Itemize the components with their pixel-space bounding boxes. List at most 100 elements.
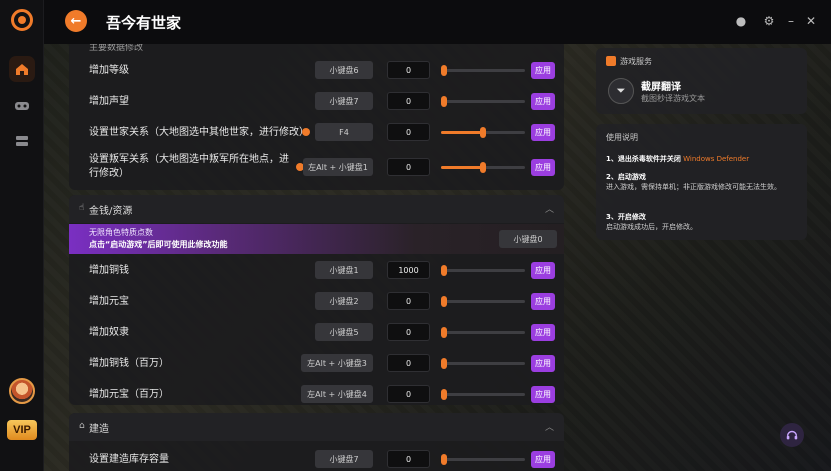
apply-button[interactable]: 应用 [531, 159, 555, 176]
slider-thumb[interactable] [441, 454, 447, 465]
value-input[interactable]: 0 [387, 354, 430, 372]
apply-button[interactable]: 应用 [531, 324, 555, 341]
apply-button[interactable]: 应用 [531, 293, 555, 310]
slider-thumb[interactable] [441, 389, 447, 400]
modifier-row: 增加元宝 小键盘2 0 应用 [69, 286, 564, 317]
vip-badge[interactable]: VIP [7, 420, 37, 440]
warning-dot-icon [302, 128, 310, 136]
building-icon: ⌂ [79, 421, 85, 431]
main-data-panel: 主要数据修改 增加等级 小键盘6 0 应用 增加声望 小键盘7 0 应用 设置世… [69, 44, 564, 190]
hotkey-badge[interactable]: 小键盘7 [315, 92, 373, 110]
slider-thumb[interactable] [441, 296, 447, 307]
user-avatar[interactable] [9, 378, 35, 404]
value-input[interactable]: 0 [387, 61, 430, 79]
service-icon [606, 56, 616, 66]
back-arrow-icon[interactable]: ← [65, 10, 87, 32]
tool-description: 截图秒译游戏文本 [641, 94, 705, 103]
slider-thumb[interactable] [441, 96, 447, 107]
tool-name[interactable]: 截屏翻译 [641, 78, 681, 93]
apply-button[interactable]: 应用 [531, 355, 555, 372]
modifier-row: 设置建造库存容量 小键盘7 0 应用 [69, 444, 564, 471]
apply-button[interactable]: 应用 [531, 62, 555, 79]
value-slider[interactable] [441, 127, 525, 138]
banner-note: 点击“启动游戏”后即可使用此修改功能 [89, 240, 228, 249]
value-slider[interactable] [441, 327, 525, 338]
value-slider[interactable] [441, 454, 525, 465]
hotkey-badge[interactable]: 小键盘7 [315, 450, 373, 468]
trait-points-banner: 无限角色特质点数 点击“启动游戏”后即可使用此修改功能 小键盘0 [69, 224, 564, 254]
hotkey-badge[interactable]: 左Alt + 小键盘3 [301, 354, 373, 372]
value-input[interactable]: 0 [387, 158, 430, 176]
slider-thumb[interactable] [441, 358, 447, 369]
row-label: 增加奴隶 [89, 327, 129, 338]
theme-icon[interactable]: ● [734, 14, 748, 28]
slider-thumb[interactable] [441, 65, 447, 76]
modifier-row: 增加元宝（百万） 左Alt + 小键盘4 0 应用 [69, 379, 564, 410]
section-title: 主要数据修改 [89, 44, 144, 53]
apply-button[interactable]: 应用 [531, 451, 555, 468]
value-input[interactable]: 0 [387, 92, 430, 110]
apply-button[interactable]: 应用 [531, 386, 555, 403]
apply-button[interactable]: 应用 [531, 124, 555, 141]
instruction-step-1: 1、退出杀毒软件并关闭 Windows Defender [606, 154, 801, 164]
storage-icon[interactable] [9, 128, 35, 154]
banner-title: 无限角色特质点数 [89, 228, 153, 237]
value-slider[interactable] [441, 389, 525, 400]
instruction-step-2: 2、启动游戏 进入游戏，需保持单机；非正版游戏修改可能无法生效。 [606, 172, 801, 192]
slider-thumb[interactable] [441, 265, 447, 276]
game-library-icon[interactable] [9, 92, 35, 118]
value-slider[interactable] [441, 265, 525, 276]
row-label: 增加元宝 [89, 296, 129, 307]
row-label: 增加元宝（百万） [89, 389, 169, 400]
step-text: 启动游戏成功后，开启修改。 [606, 223, 697, 231]
hotkey-badge[interactable]: 小键盘5 [315, 323, 373, 341]
modifier-row: 设置叛军关系（大地图选中叛军所在地点，进行修改） 左Alt + 小键盘1 0 应… [69, 150, 564, 186]
modifier-row: 增加等级 小键盘6 0 应用 [69, 55, 564, 86]
value-input[interactable]: 1000 [387, 261, 430, 279]
value-slider[interactable] [441, 65, 525, 76]
home-icon[interactable] [9, 56, 35, 82]
value-input[interactable]: 0 [387, 323, 430, 341]
apply-button[interactable]: 应用 [531, 93, 555, 110]
hotkey-badge[interactable]: 左Alt + 小键盘1 [303, 158, 373, 176]
hand-icon: ☝ [79, 203, 85, 213]
modifier-row: 增加声望 小键盘7 0 应用 [69, 86, 564, 117]
chevron-up-icon[interactable]: ︿ [545, 420, 554, 433]
value-input[interactable]: 0 [387, 123, 430, 141]
instruction-step-3: 3、开启修改 启动游戏成功后，开启修改。 [606, 212, 801, 232]
section-title: 金钱/资源 [89, 206, 133, 217]
hotkey-badge[interactable]: 小键盘1 [315, 261, 373, 279]
section-header[interactable]: ⌂ 建造 ︿ [69, 413, 564, 441]
slider-thumb[interactable] [480, 162, 486, 173]
section-header[interactable]: ☝ 金钱/资源 ︿ [69, 195, 564, 223]
hotkey-badge[interactable]: 左Alt + 小键盘4 [301, 385, 373, 403]
settings-icon[interactable]: ⚙ [762, 14, 776, 28]
modifier-row: 增加奴隶 小键盘5 0 应用 [69, 317, 564, 348]
value-slider[interactable] [441, 358, 525, 369]
slider-fill [441, 166, 483, 169]
row-label: 设置叛军关系（大地图选中叛军所在地点，进行修改） [89, 154, 289, 179]
value-input[interactable]: 0 [387, 450, 430, 468]
hotkey-badge[interactable]: 小键盘2 [315, 292, 373, 310]
close-icon[interactable]: ✕ [804, 14, 818, 28]
hotkey-badge[interactable]: 小键盘0 [499, 230, 557, 248]
headset-support-icon[interactable] [780, 423, 804, 447]
value-slider[interactable] [441, 162, 525, 173]
chevron-up-icon[interactable]: ︿ [545, 202, 554, 215]
hotkey-badge[interactable]: 小键盘6 [315, 61, 373, 79]
page-title: 吾今有世家 [106, 14, 182, 32]
screenshot-translate-icon[interactable]: ⏷ [608, 78, 634, 104]
value-input[interactable]: 0 [387, 292, 430, 310]
slider-fill [441, 131, 483, 134]
hotkey-badge[interactable]: F4 [315, 123, 373, 141]
value-slider[interactable] [441, 296, 525, 307]
step-title: 3、开启修改 [606, 213, 646, 221]
value-slider[interactable] [441, 96, 525, 107]
slider-thumb[interactable] [480, 127, 486, 138]
slider-thumb[interactable] [441, 327, 447, 338]
step-title: 1、退出杀毒软件并关闭 [606, 155, 681, 163]
apply-button[interactable]: 应用 [531, 262, 555, 279]
game-services-card: 游戏服务 ⏷ 截屏翻译 截图秒译游戏文本 [596, 48, 807, 114]
minimize-icon[interactable]: – [784, 14, 798, 28]
value-input[interactable]: 0 [387, 385, 430, 403]
